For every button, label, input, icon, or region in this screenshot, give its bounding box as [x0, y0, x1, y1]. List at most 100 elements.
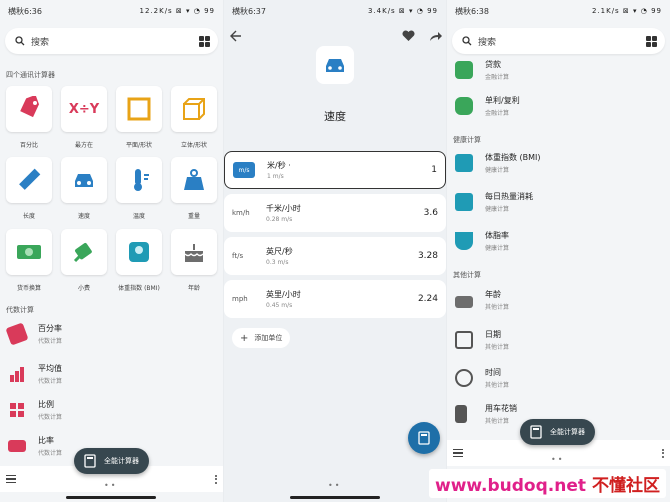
search-input[interactable]: 搜索 [31, 35, 199, 48]
tile-age[interactable] [171, 229, 217, 275]
list-item[interactable]: 体脂率 健康计算 [447, 223, 670, 259]
page-indicator: •• [551, 455, 565, 464]
tile-currency[interactable] [6, 229, 52, 275]
status-icons: 2.1K/s ⊠ ▾ ◔ 99 [591, 7, 662, 15]
calculator-icon [84, 454, 96, 468]
section-title-health: 健康计算 [453, 136, 481, 144]
universal-calculator-button[interactable]: 全能计算器 [520, 419, 595, 445]
tile-label: 平面/形状 [125, 142, 153, 149]
cake-icon [455, 296, 473, 308]
weight-icon [184, 169, 204, 190]
universal-calculator-button[interactable]: 全能计算器 [74, 448, 149, 474]
panel-all-calculators: 横秋6:38 2.1K/s ⊠ ▾ ◔ 99 搜索 贷款 金融计算 单利/复利 金融… [447, 0, 670, 502]
unit-name: 米/秒 · [267, 161, 291, 170]
menu-icon[interactable] [453, 447, 463, 460]
tile-percent[interactable] [6, 86, 52, 132]
search-bar[interactable]: 搜索 [5, 28, 218, 54]
list-item[interactable]: 时间 其他计算 [447, 360, 670, 396]
status-time: 横秋6:38 [455, 6, 489, 16]
tile-bmi[interactable] [116, 229, 162, 275]
search-input[interactable]: 搜索 [478, 35, 646, 48]
watermark-cn: 不懂社区 [592, 476, 660, 496]
list-item[interactable]: 比例 代数计算 [0, 392, 223, 428]
tile-weight[interactable] [171, 157, 217, 203]
list-item[interactable]: 贷款 金融计算 [447, 52, 670, 88]
fuel-icon [455, 405, 467, 423]
list-item-title: 时间 [485, 368, 501, 377]
calorie-icon [455, 193, 473, 211]
unit-row[interactable]: m/s 米/秒 · 1 m/s 1 [224, 151, 446, 189]
money-icon [17, 245, 41, 259]
search-bar[interactable]: 搜索 [452, 28, 665, 54]
panel-home: 横秋6:36 12.2K/s ⊠ ▾ ◔ 99 搜索 四个通讯计算器 百分比 X… [0, 0, 223, 502]
more-options-icon[interactable] [662, 447, 664, 459]
list-item[interactable]: 每日热量消耗 健康计算 [447, 184, 670, 220]
grid-view-icon[interactable] [199, 35, 210, 47]
back-arrow-icon[interactable] [230, 30, 242, 42]
page-title: 速度 [324, 110, 346, 123]
tile-plane[interactable] [116, 86, 162, 132]
search-icon [462, 36, 472, 46]
tile-tip[interactable] [61, 229, 107, 275]
list-item-title: 比率 [38, 436, 54, 445]
list-item-title: 体重指数 (BMI) [485, 153, 541, 162]
clock-icon [455, 369, 473, 387]
more-options-icon[interactable] [215, 473, 217, 485]
menu-icon[interactable] [6, 473, 16, 486]
loan-icon [455, 61, 473, 79]
list-item-title: 日期 [485, 330, 501, 339]
tag-icon [5, 322, 29, 346]
scale-icon [129, 242, 149, 262]
unit-value[interactable]: 3.28 [418, 251, 438, 261]
list-item-title: 贷款 [485, 60, 501, 69]
square-icon [127, 97, 151, 121]
tile-label: 重量 [187, 213, 200, 220]
unit-row[interactable]: ft/s 英尺/秒 0.3 m/s 3.28 [224, 237, 446, 275]
add-unit-button[interactable]: + 添加单位 [232, 328, 291, 348]
unit-symbol: km/h [232, 209, 250, 217]
grid-view-icon[interactable] [646, 35, 657, 47]
list-item-title: 用车花销 [485, 404, 517, 413]
ratio-icon [8, 440, 26, 452]
list-item-sub: 金融计算 [485, 110, 510, 117]
unit-row[interactable]: km/h 千米/小时 0.28 m/s 3.6 [224, 194, 446, 232]
unit-sub: 0.28 m/s [266, 216, 293, 223]
tile-label: 长度 [22, 213, 35, 220]
calculator-fab[interactable] [408, 422, 440, 454]
tile-xy[interactable]: X÷Y [61, 86, 107, 132]
tile-temperature[interactable] [116, 157, 162, 203]
unit-value[interactable]: 3.6 [424, 208, 438, 218]
unit-sub: 0.3 m/s [266, 259, 289, 266]
tile-label: 货币换算 [16, 285, 41, 292]
status-icons: 3.4K/s ⊠ ▾ ◔ 99 [367, 7, 438, 15]
list-item[interactable]: 年龄 其他计算 [447, 282, 670, 318]
tile-solid[interactable] [171, 86, 217, 132]
unit-name: 千米/小时 [266, 204, 301, 213]
tile-length[interactable] [6, 157, 52, 203]
list-item[interactable]: 日期 其他计算 [447, 322, 670, 358]
list-item-title: 每日热量消耗 [485, 192, 533, 201]
page-indicator: •• [104, 481, 118, 490]
cube-icon [183, 98, 205, 120]
list-item[interactable]: 百分率 代数计算 [0, 316, 223, 352]
share-icon[interactable] [429, 30, 442, 42]
list-item[interactable]: 平均值 代数计算 [0, 356, 223, 392]
unit-row[interactable]: mph 英里/小时 0.45 m/s 2.24 [224, 280, 446, 318]
watermark: www.budoq.net 不懂社区 [429, 469, 666, 498]
list-item[interactable]: 单利/复利 金融计算 [447, 88, 670, 124]
list-item-title: 年龄 [485, 290, 501, 299]
list-item-sub: 其他计算 [485, 418, 510, 425]
tile-speed[interactable] [61, 157, 107, 203]
unit-value[interactable]: 1 [431, 165, 437, 175]
body-fat-icon [455, 232, 473, 250]
list-item[interactable]: 体重指数 (BMI) 健康计算 [447, 145, 670, 181]
list-item-sub: 代数计算 [38, 414, 63, 421]
tip-icon [73, 243, 92, 263]
fab-label: 全能计算器 [550, 428, 585, 436]
search-icon [15, 36, 25, 46]
car-icon [326, 59, 344, 72]
list-item-sub: 其他计算 [485, 304, 510, 311]
favorite-heart-icon[interactable] [402, 30, 415, 42]
unit-value[interactable]: 2.24 [418, 294, 438, 304]
unit-symbol: ft/s [232, 252, 244, 260]
